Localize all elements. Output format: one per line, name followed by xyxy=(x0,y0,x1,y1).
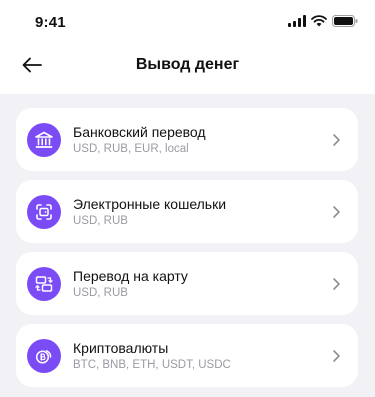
withdrawal-methods-list: Банковский перевод USD, RUB, EUR, local … xyxy=(0,94,375,397)
method-crypto[interactable]: Криптовалюты BTC, BNB, ETH, USDT, USDC xyxy=(16,324,358,387)
method-currencies: USD, RUB xyxy=(73,215,128,227)
signal-icon xyxy=(288,15,306,27)
method-title: Банковский перевод xyxy=(73,124,206,140)
status-time: 9:41 xyxy=(35,14,66,31)
wifi-icon xyxy=(311,15,327,27)
bank-icon xyxy=(27,123,61,157)
method-currencies: USD, RUB, EUR, local xyxy=(73,143,189,155)
method-e-wallets[interactable]: Электронные кошельки USD, RUB xyxy=(16,180,358,243)
method-card-transfer[interactable]: Перевод на карту USD, RUB xyxy=(16,252,358,315)
chevron-right-icon xyxy=(333,206,340,218)
battery-icon xyxy=(332,15,358,27)
crypto-coin-icon xyxy=(27,339,61,373)
status-icons xyxy=(288,15,358,27)
page-title: Вывод денег xyxy=(135,56,240,73)
method-title: Криптовалюты xyxy=(73,340,169,356)
method-currencies: BTC, BNB, ETH, USDT, USDC xyxy=(73,359,231,371)
header: Вывод денег xyxy=(0,44,375,86)
method-title: Электронные кошельки xyxy=(73,196,227,212)
chevron-right-icon xyxy=(333,134,340,146)
card-transfer-icon xyxy=(27,267,61,301)
method-currencies: USD, RUB xyxy=(73,287,128,299)
chevron-right-icon xyxy=(333,278,340,290)
status-bar: 9:41 xyxy=(0,0,375,44)
e-wallet-icon xyxy=(27,195,61,229)
chevron-right-icon xyxy=(333,350,340,362)
method-bank-transfer[interactable]: Банковский перевод USD, RUB, EUR, local xyxy=(16,108,358,171)
method-title: Перевод на карту xyxy=(73,268,188,284)
